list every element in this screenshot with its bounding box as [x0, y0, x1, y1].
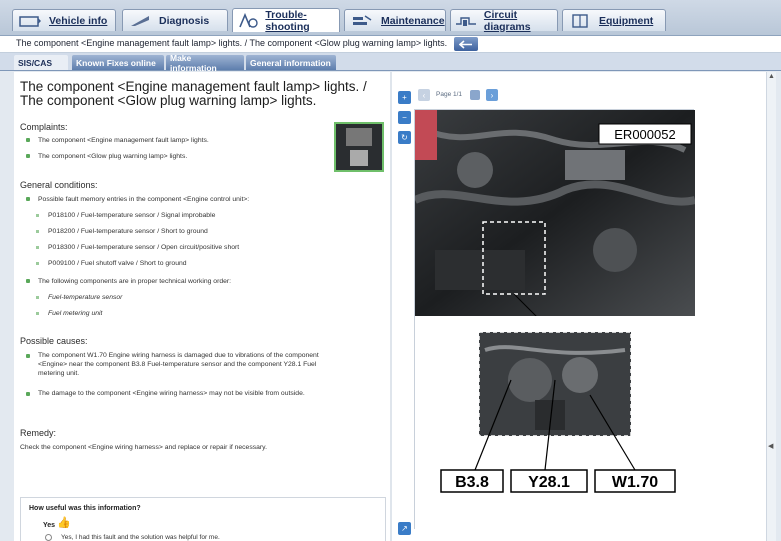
zoom-in-icon[interactable]: + [398, 91, 411, 104]
subtab-sis-cas[interactable]: SIS/CAS [14, 55, 68, 70]
sub-bullet-icon [36, 296, 39, 299]
fault-code-item: P009100 / Fuel shutoff valve / Short to … [48, 260, 187, 267]
tab-circuit-diagrams[interactable]: Circuit diagrams [450, 8, 558, 33]
bullet-icon [26, 354, 30, 358]
prev-page-button[interactable]: ‹ [418, 89, 430, 101]
complaint-item: The component <Engine management fault l… [38, 137, 209, 144]
breadcrumb-text: The component <Engine management fault l… [16, 38, 448, 48]
tab-label: Equipment [599, 14, 654, 27]
callout-w1-70[interactable]: W1.70 [612, 474, 658, 491]
back-button[interactable] [454, 37, 478, 51]
sub-tab-bar: SIS/CAS Known Fixes online Make informat… [0, 53, 781, 73]
document-pane: The component <Engine management fault l… [14, 72, 394, 541]
scrollbar[interactable]: ▲ ◀ [766, 72, 776, 541]
tab-label: Diagnosis [159, 14, 210, 27]
sub-bullet-icon [36, 214, 39, 217]
scroll-thumb-icon[interactable]: ◀ [768, 442, 773, 450]
tab-label: Vehicle info [49, 14, 108, 27]
subtab-make-information[interactable]: Make information [166, 53, 244, 73]
subtab-general-information[interactable]: General information [246, 55, 336, 70]
component-item: Fuel metering unit [48, 310, 103, 317]
fault-code-item: P018300 / Fuel-temperature sensor / Open… [48, 244, 240, 251]
fault-code-item: P018200 / Fuel-temperature sensor / Shor… [48, 228, 208, 235]
remedy-heading: Remedy: [20, 428, 57, 438]
sub-bullet-icon [36, 262, 39, 265]
subtab-known-fixes[interactable]: Known Fixes online [72, 55, 164, 70]
tab-diagnosis[interactable]: Diagnosis [122, 9, 228, 31]
feedback-yes-label: Yes [43, 522, 56, 529]
image-viewer: + − ↻ ‹ Page 1/1 › ER000052 B3.8 Y28.1 W… [394, 72, 769, 541]
cause-item: The damage to the component <Engine wiri… [38, 390, 305, 397]
stethoscope-icon [127, 13, 153, 29]
sub-bullet-icon [36, 312, 39, 315]
tab-label: Maintenance [381, 14, 445, 27]
engine-photo: ER000052 B3.8 Y28.1 W1.70 [413, 110, 696, 530]
feedback-question: How useful was this information? [29, 505, 141, 512]
main-tab-bar: Vehicle info Diagnosis Trouble-shooting … [0, 0, 781, 36]
tab-label: Trouble-shooting [265, 8, 310, 33]
app-window: Vehicle info Diagnosis Trouble-shooting … [0, 0, 781, 541]
bullet-icon [26, 197, 30, 201]
tab-equipment[interactable]: Equipment [562, 9, 666, 31]
bullet-icon [26, 392, 30, 396]
rotate-icon[interactable]: ↻ [398, 131, 411, 144]
feedback-radio[interactable] [45, 534, 52, 541]
component-item: Fuel-temperature sensor [48, 294, 123, 301]
cause-item: The component W1.70 Engine wiring harnes… [38, 352, 319, 377]
engine-image-panel: ER000052 B3.8 Y28.1 W1.70 [413, 109, 696, 530]
sub-bullet-icon [36, 230, 39, 233]
sub-bullet-icon [36, 246, 39, 249]
complaints-heading: Complaints: [20, 122, 68, 132]
page-indicator: Page 1/1 [436, 91, 463, 98]
tab-label: Circuit diagrams [483, 8, 531, 33]
bullet-icon [26, 279, 30, 283]
conditions-intro-2: The following components are in proper t… [38, 278, 232, 285]
circuit-icon [455, 13, 478, 29]
book-icon [567, 13, 593, 29]
image-icon[interactable] [470, 90, 480, 100]
expand-icon[interactable]: ↗ [398, 522, 411, 535]
conditions-intro: Possible fault memory entries in the com… [38, 196, 250, 203]
feedback-option: Yes, I had this fault and the solution w… [61, 534, 220, 541]
image-id-label: ER000052 [614, 127, 675, 142]
car-icon [17, 13, 43, 29]
scroll-up-icon[interactable]: ▲ [768, 73, 775, 80]
tab-trouble-shooting[interactable]: Trouble-shooting [232, 8, 340, 33]
page-title: The component <Engine management fault l… [20, 79, 367, 108]
back-arrow-icon [459, 39, 472, 49]
content-area: The component <Engine management fault l… [14, 72, 769, 541]
remedy-text: Check the component <Engine wiring harne… [20, 444, 267, 451]
image-thumbnail[interactable] [334, 122, 384, 172]
complaint-item: The component <Glow plug warning lamp> l… [38, 153, 188, 160]
bullet-icon [26, 138, 30, 142]
breadcrumb: The component <Engine management fault l… [0, 36, 781, 53]
feedback-box: How useful was this information? Yes 👍 Y… [20, 497, 386, 541]
callout-y28-1[interactable]: Y28.1 [528, 474, 570, 491]
fault-code-item: P018100 / Fuel-temperature sensor / Sign… [48, 212, 216, 219]
bullet-icon [26, 154, 30, 158]
tab-maintenance[interactable]: Maintenance [344, 9, 446, 31]
zoom-out-icon[interactable]: − [398, 111, 411, 124]
pane-divider[interactable] [390, 72, 392, 541]
causes-heading: Possible causes: [20, 336, 88, 346]
callout-b3-8[interactable]: B3.8 [455, 474, 489, 491]
trouble-icon [237, 12, 259, 29]
tab-vehicle-info[interactable]: Vehicle info [12, 9, 116, 31]
next-page-button[interactable]: › [486, 89, 498, 101]
thumbs-up-icon: 👍 [57, 517, 71, 529]
conditions-heading: General conditions: [20, 180, 98, 190]
wrench-icon [349, 13, 375, 29]
